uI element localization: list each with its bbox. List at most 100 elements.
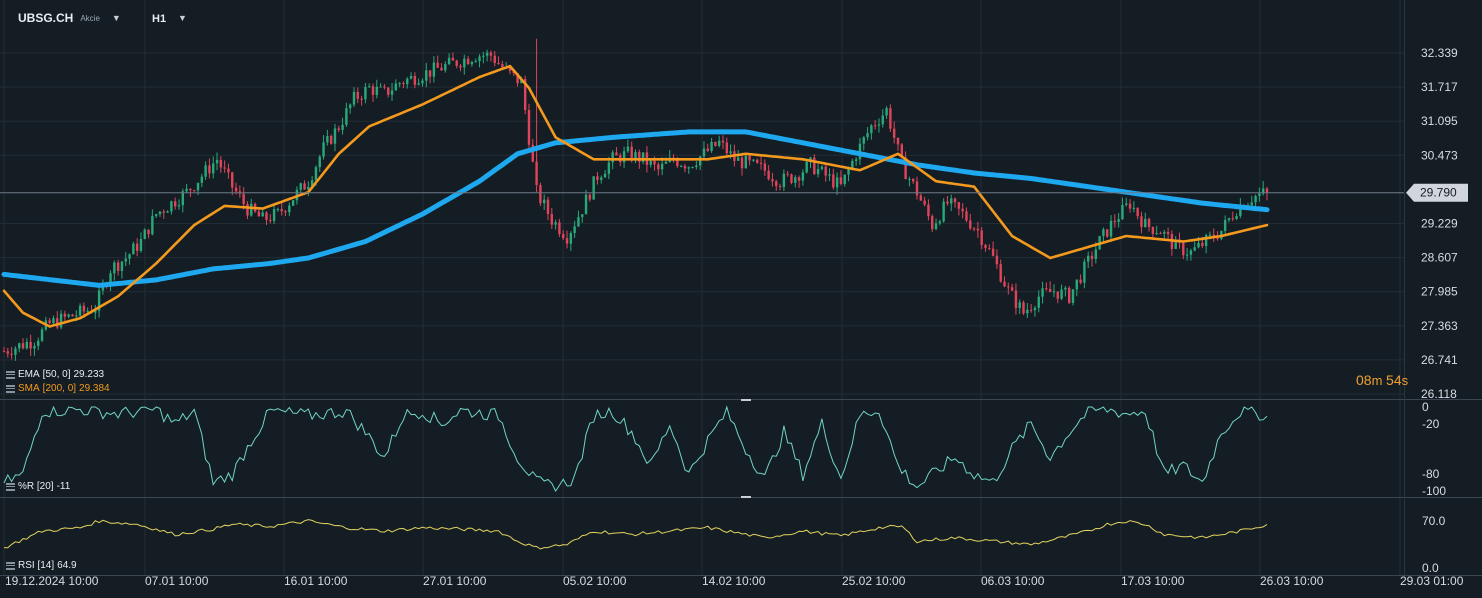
candle-body [1185, 254, 1189, 256]
candle-body [352, 91, 356, 105]
candle-body [969, 220, 972, 229]
candle-body [527, 109, 531, 145]
candle-body [1144, 218, 1147, 228]
sma-legend[interactable]: SMA [200, 0] 29.384 [6, 383, 110, 394]
candle-body [1117, 219, 1120, 222]
candle-body [542, 199, 546, 204]
candle-body [1163, 231, 1166, 234]
candle-body [151, 215, 154, 235]
candle-body [866, 133, 869, 138]
candle-body [828, 174, 831, 176]
settings-list-icon[interactable] [6, 384, 15, 393]
candle-body [870, 125, 873, 134]
y-tick-label: 30.473 [1421, 148, 1458, 162]
candle-body [1109, 220, 1113, 237]
candle-body [778, 186, 782, 188]
candle-body [938, 221, 942, 224]
candle-body [1041, 288, 1044, 297]
candle-body [276, 209, 280, 211]
candle-body [135, 243, 139, 251]
candle-body [29, 341, 32, 349]
candle-body [862, 137, 865, 144]
wr-legend[interactable]: %R [20] -11 [6, 481, 70, 492]
candle-body [242, 193, 245, 204]
candle-body [1136, 207, 1139, 217]
candle-body [406, 78, 409, 85]
candle-body [550, 214, 554, 225]
candle-body [847, 169, 850, 175]
candle-body [227, 168, 230, 173]
candle-body [368, 86, 371, 88]
candle-body [501, 63, 504, 68]
candle-body [71, 314, 74, 317]
settings-list-icon[interactable] [6, 370, 15, 379]
candle-body [63, 313, 67, 317]
candle-body [786, 173, 789, 175]
candle-body [603, 173, 607, 178]
candle-body [649, 160, 652, 165]
candle-body [927, 204, 930, 217]
candle-body [565, 238, 569, 244]
candle-body [402, 83, 405, 85]
panel-resize-handle-rsi[interactable] [741, 496, 751, 498]
candle-body [1071, 289, 1075, 303]
candle-body [326, 135, 329, 143]
candle-body [972, 228, 976, 230]
x-tick-label: 07.01 10:00 [145, 574, 209, 588]
settings-list-icon[interactable] [6, 482, 15, 491]
candle-body [717, 140, 721, 146]
candle-body [889, 108, 892, 129]
candle-body [854, 159, 858, 161]
symbol-dropdown-icon[interactable]: ▼ [112, 13, 121, 23]
y-tick-label: 32.339 [1421, 46, 1458, 60]
candle-body [934, 223, 938, 230]
candle-body [261, 212, 264, 217]
candle-body [196, 182, 200, 191]
candle-body [600, 177, 603, 180]
candle-body [1094, 249, 1098, 260]
candle-body [158, 211, 162, 215]
candle-body [957, 202, 961, 209]
candle-body [1128, 203, 1132, 209]
candle-body [1010, 287, 1014, 291]
candle-body [923, 200, 926, 205]
candle-body [1033, 307, 1037, 311]
candle-body [1067, 287, 1071, 303]
candle-body [721, 140, 725, 143]
candle-body [1189, 250, 1193, 255]
candle-body [1265, 188, 1269, 193]
x-tick-label: 29.03 01:00 [1400, 574, 1464, 588]
candle-body [748, 155, 751, 161]
candle-body [1014, 290, 1018, 308]
candle-body [615, 152, 618, 156]
sma-legend-value: 29.384 [79, 383, 110, 394]
wr-tick-label: -100 [1422, 484, 1446, 498]
candle-body [40, 329, 44, 341]
x-tick-label: 14.02 10:00 [702, 574, 766, 588]
candle-body [1087, 255, 1090, 262]
candle-body [607, 162, 611, 174]
timeframe-selector[interactable]: H1 [152, 13, 166, 25]
panel-resize-handle-wr[interactable] [741, 399, 751, 401]
ema-legend[interactable]: EMA [50, 0] 29.233 [6, 369, 104, 380]
rsi-tick-label: 0.0 [1422, 561, 1439, 575]
candle-body [86, 310, 89, 312]
candle-body [291, 200, 295, 206]
candle-body [881, 115, 884, 125]
candle-body [189, 188, 192, 191]
symbol-name[interactable]: UBSG.CH [18, 11, 73, 25]
candle-body [995, 255, 999, 265]
settings-list-icon[interactable] [6, 561, 15, 570]
wr-tick-label: -80 [1422, 467, 1440, 481]
price-chart[interactable]: 29.790 32.339 31.717 31.095 30.473 29.229 28.6… [0, 0, 1482, 598]
candle-body [75, 315, 78, 317]
candle-body [154, 214, 158, 216]
timeframe-dropdown-icon[interactable]: ▼ [178, 13, 187, 23]
candle-body [562, 234, 565, 239]
candle-body [265, 212, 268, 220]
candle-body [1223, 220, 1227, 231]
rsi-legend[interactable]: RSI [14] 64.9 [6, 560, 77, 571]
wr-legend-name: %R [20] [18, 481, 54, 492]
candle-body [816, 169, 820, 175]
countdown-seconds: 54 [1386, 372, 1402, 388]
